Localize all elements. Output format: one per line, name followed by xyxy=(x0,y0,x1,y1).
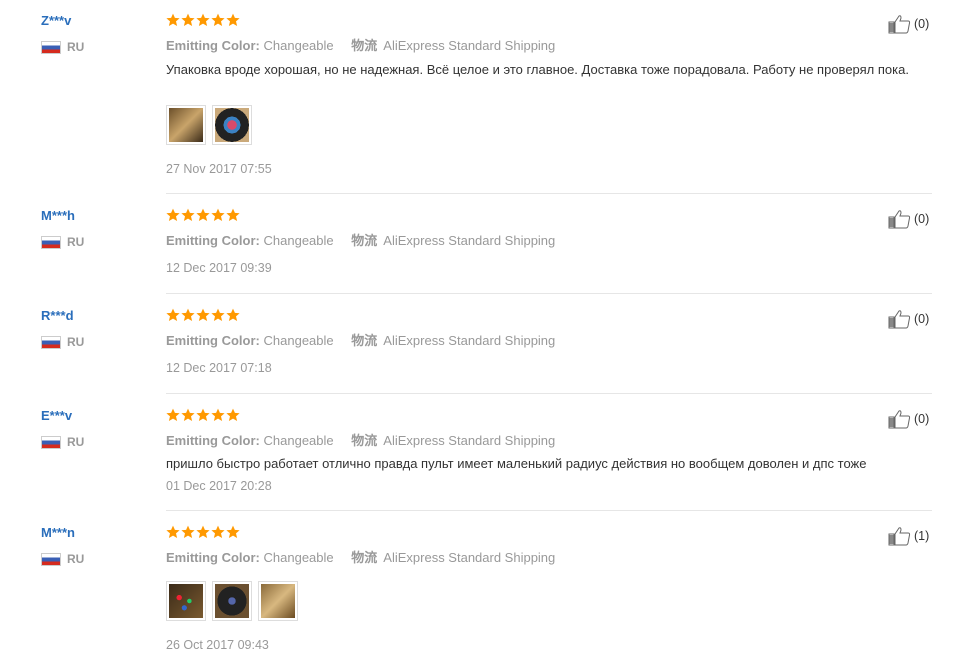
review-divider xyxy=(166,393,932,394)
review-date: 27 Nov 2017 07:55 xyxy=(166,162,272,176)
reviewer-name[interactable]: Z***v xyxy=(41,13,71,28)
helpful-button[interactable]: (0) xyxy=(888,14,929,34)
russia-flag-icon xyxy=(41,335,61,349)
reviewer-name[interactable]: M***n xyxy=(41,525,75,540)
star-rating xyxy=(166,308,240,322)
helpful-button[interactable]: (0) xyxy=(888,309,929,329)
star-icon xyxy=(196,525,210,538)
review-photo-thumbnail[interactable] xyxy=(212,581,252,621)
star-rating xyxy=(166,208,240,222)
thumbs-up-icon xyxy=(888,210,911,229)
review-photo-thumbnail[interactable] xyxy=(166,105,206,145)
reviewer-country: RU xyxy=(41,335,84,349)
star-icon xyxy=(181,408,195,421)
review-meta: Emitting Color: Changeable 物流 AliExpress … xyxy=(166,433,556,448)
star-icon xyxy=(166,308,180,321)
star-icon xyxy=(226,13,240,26)
russia-flag-icon xyxy=(41,435,61,449)
review-meta: Emitting Color: Changeable 物流 AliExpress … xyxy=(166,233,556,248)
star-icon xyxy=(166,13,180,26)
review-photos xyxy=(166,105,252,145)
star-icon xyxy=(226,525,240,538)
review-divider xyxy=(166,293,932,294)
russia-flag-icon xyxy=(41,235,61,249)
star-icon xyxy=(196,408,210,421)
review-text: пришло быстро работает отлично правда пу… xyxy=(166,456,867,471)
star-icon xyxy=(181,308,195,321)
review-date: 12 Dec 2017 09:39 xyxy=(166,261,272,275)
star-icon xyxy=(226,208,240,221)
review-photo-thumbnail[interactable] xyxy=(258,581,298,621)
reviewer-country: RU xyxy=(41,40,84,54)
helpful-button[interactable]: (1) xyxy=(888,526,929,546)
review-date: 26 Oct 2017 09:43 xyxy=(166,638,269,652)
star-rating xyxy=(166,408,240,422)
reviewer-name[interactable]: M***h xyxy=(41,208,75,223)
star-icon xyxy=(211,208,225,221)
review-photo-thumbnail[interactable] xyxy=(166,581,206,621)
reviewer-name[interactable]: E***v xyxy=(41,408,72,423)
review-meta: Emitting Color: Changeable 物流 AliExpress … xyxy=(166,550,556,565)
russia-flag-icon xyxy=(41,552,61,566)
star-icon xyxy=(196,13,210,26)
star-icon xyxy=(211,525,225,538)
star-icon xyxy=(196,208,210,221)
review-date: 01 Dec 2017 20:28 xyxy=(166,479,272,493)
star-icon xyxy=(196,308,210,321)
review-meta: Emitting Color: Changeable 物流 AliExpress … xyxy=(166,333,556,348)
review-photo-thumbnail[interactable] xyxy=(212,105,252,145)
review-text: Упаковка вроде хорошая, но не надежная. … xyxy=(166,62,909,77)
russia-flag-icon xyxy=(41,40,61,54)
star-icon xyxy=(211,13,225,26)
thumbs-up-icon xyxy=(888,15,911,34)
reviewer-name[interactable]: R***d xyxy=(41,308,74,323)
review-meta: Emitting Color: Changeable 物流 AliExpress … xyxy=(166,38,556,53)
star-icon xyxy=(211,408,225,421)
star-icon xyxy=(166,525,180,538)
star-rating xyxy=(166,13,240,27)
review-divider xyxy=(166,510,932,511)
star-icon xyxy=(166,408,180,421)
star-icon xyxy=(181,208,195,221)
star-icon xyxy=(211,308,225,321)
helpful-button[interactable]: (0) xyxy=(888,409,929,429)
review-date: 12 Dec 2017 07:18 xyxy=(166,361,272,375)
reviewer-country: RU xyxy=(41,552,84,566)
reviewer-country: RU xyxy=(41,435,84,449)
helpful-button[interactable]: (0) xyxy=(888,209,929,229)
star-icon xyxy=(181,525,195,538)
star-icon xyxy=(166,208,180,221)
star-icon xyxy=(181,13,195,26)
thumbs-up-icon xyxy=(888,410,911,429)
star-icon xyxy=(226,408,240,421)
review-divider xyxy=(166,193,932,194)
thumbs-up-icon xyxy=(888,310,911,329)
star-rating xyxy=(166,525,240,539)
reviewer-country: RU xyxy=(41,235,84,249)
review-photos xyxy=(166,581,298,621)
star-icon xyxy=(226,308,240,321)
thumbs-up-icon xyxy=(888,527,911,546)
